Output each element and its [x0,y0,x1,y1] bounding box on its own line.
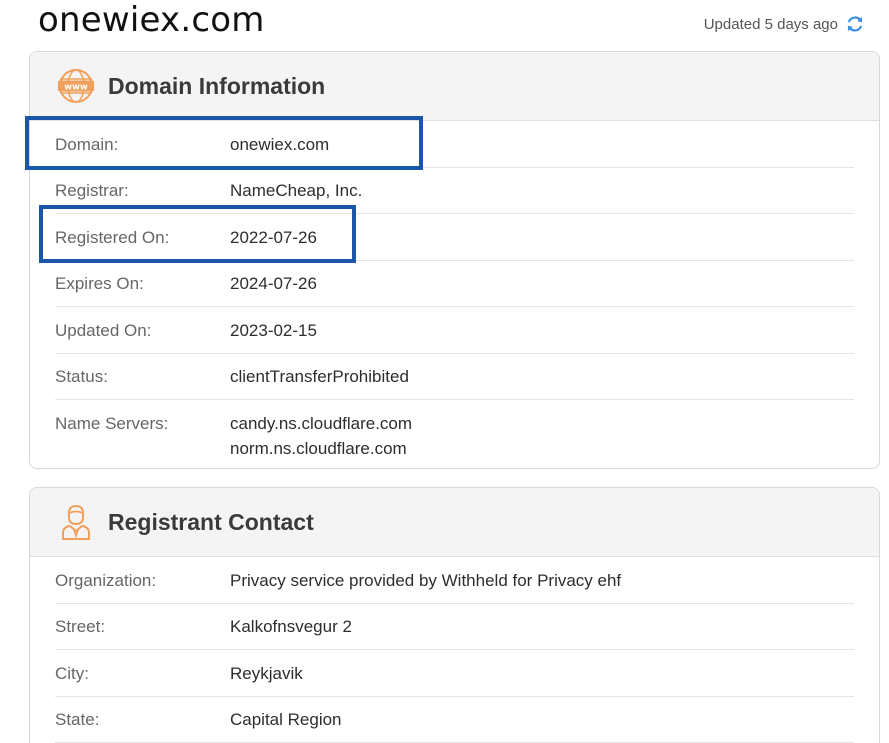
row-label: City: [55,663,89,683]
refresh-icon[interactable] [845,14,865,34]
row-value: Kalkofnsvegur 2 [230,617,352,636]
name-server: norm.ns.cloudflare.com [230,439,407,458]
info-row-expires-on: Expires On: 2024-07-26 [55,261,854,307]
info-row-registered-on: Registered On: 2022-07-26 [55,214,854,261]
updated-text: Updated 5 days ago [703,15,838,33]
row-label: Registered On: [55,227,170,247]
row-label: State: [55,710,100,729]
svg-text:www: www [64,82,88,92]
row-label: Domain: [55,134,119,154]
row-label: Name Servers: [55,414,169,433]
row-value: 2023-02-15 [230,320,317,340]
domain-information-header: www Domain Information [30,52,879,121]
contact-row-organization: Organization: Privacy service provided b… [55,557,854,604]
row-value: NameCheap, Inc. [230,181,363,200]
row-value: 2024-07-26 [230,274,317,293]
row-value: Reykjavik [230,663,303,683]
row-label: Street: [55,617,106,636]
row-value: onewiex.com [230,134,330,154]
domain-information-title: Domain Information [108,72,326,99]
domain-information-card: www Domain Information Domain: onewiex.c… [29,51,880,469]
row-value: Privacy service provided by Withheld for… [230,570,622,590]
row-value: Capital Region [230,710,342,729]
info-row-domain: Domain: onewiex.com [55,121,854,168]
info-row-status: Status: clientTransferProhibited [55,354,854,400]
row-label: Organization: [55,570,157,590]
whois-page: onewiex.com Updated 5 days ago www Domai… [0,0,889,743]
registrant-contact-title: Registrant Contact [108,508,314,535]
registrant-contact-rows: Organization: Privacy service provided b… [30,557,879,743]
www-icon: www [56,66,96,106]
row-value-list: candy.ns.cloudflare.com norm.ns.cloudfla… [230,411,412,461]
domain-information-rows: Domain: onewiex.com Registrar: NameCheap… [30,121,879,461]
row-label: Updated On: [55,320,152,340]
registrant-contact-header: Registrant Contact [30,488,879,557]
row-label: Registrar: [55,181,129,200]
page-title: onewiex.com [38,0,265,40]
info-row-registrar: Registrar: NameCheap, Inc. [55,168,854,214]
row-label: Status: [55,367,108,386]
row-label: Expires On: [55,274,144,293]
row-value: clientTransferProhibited [230,367,409,386]
info-row-name-servers: Name Servers: candy.ns.cloudflare.com no… [55,400,854,461]
row-value: 2022-07-26 [230,227,317,247]
updated-status: Updated 5 days ago [704,14,865,34]
registrant-contact-card: Registrant Contact Organization: Privacy… [29,487,880,743]
contact-row-state: State: Capital Region [55,697,854,743]
info-row-updated-on: Updated On: 2023-02-15 [55,307,854,354]
person-icon [56,502,96,542]
contact-row-street: Street: Kalkofnsvegur 2 [55,604,854,650]
name-server: candy.ns.cloudflare.com [230,414,413,433]
contact-row-city: City: Reykjavik [55,650,854,697]
